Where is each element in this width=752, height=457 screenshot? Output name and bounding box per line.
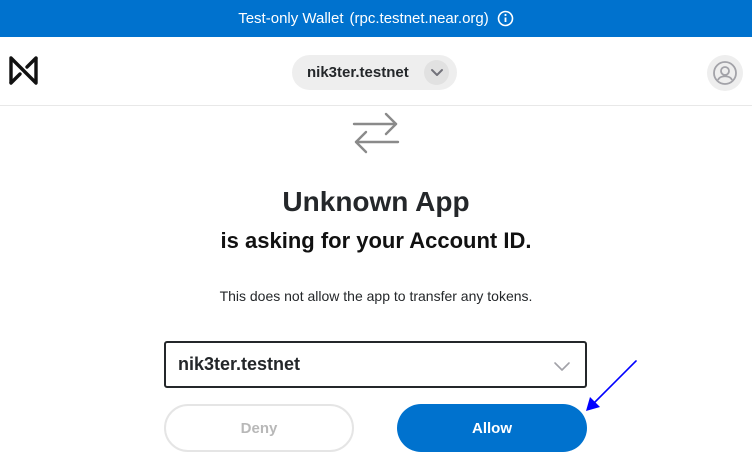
navbar: nik3ter.testnet (0, 37, 752, 106)
permission-description: This does not allow the app to transfer … (219, 288, 533, 304)
user-icon[interactable] (707, 55, 743, 91)
info-icon[interactable] (497, 10, 514, 27)
selected-account: nik3ter.testnet (178, 354, 301, 374)
page-title: Unknown App (282, 186, 470, 217)
chevron-down-icon[interactable] (424, 60, 449, 85)
deny-button[interactable]: Deny (164, 404, 354, 452)
account-name: nik3ter.testnet (307, 64, 409, 81)
chevron-down-icon (553, 357, 571, 378)
near-logo-icon[interactable] (8, 55, 39, 86)
arrow-pointer-icon (580, 355, 644, 415)
banner-text: Test-only Wallet (238, 10, 344, 27)
test-wallet-banner: Test-only Wallet (rpc.testnet.near.org) (0, 0, 752, 37)
page-subtitle: is asking for your Account ID. (220, 228, 532, 253)
account-switcher[interactable]: nik3ter.testnet (292, 55, 457, 90)
banner-rpc: (rpc.testnet.near.org) (349, 10, 489, 27)
account-select[interactable]: nik3ter.testnet (164, 341, 587, 388)
swap-arrows-icon (350, 108, 402, 156)
allow-button[interactable]: Allow (397, 404, 587, 452)
